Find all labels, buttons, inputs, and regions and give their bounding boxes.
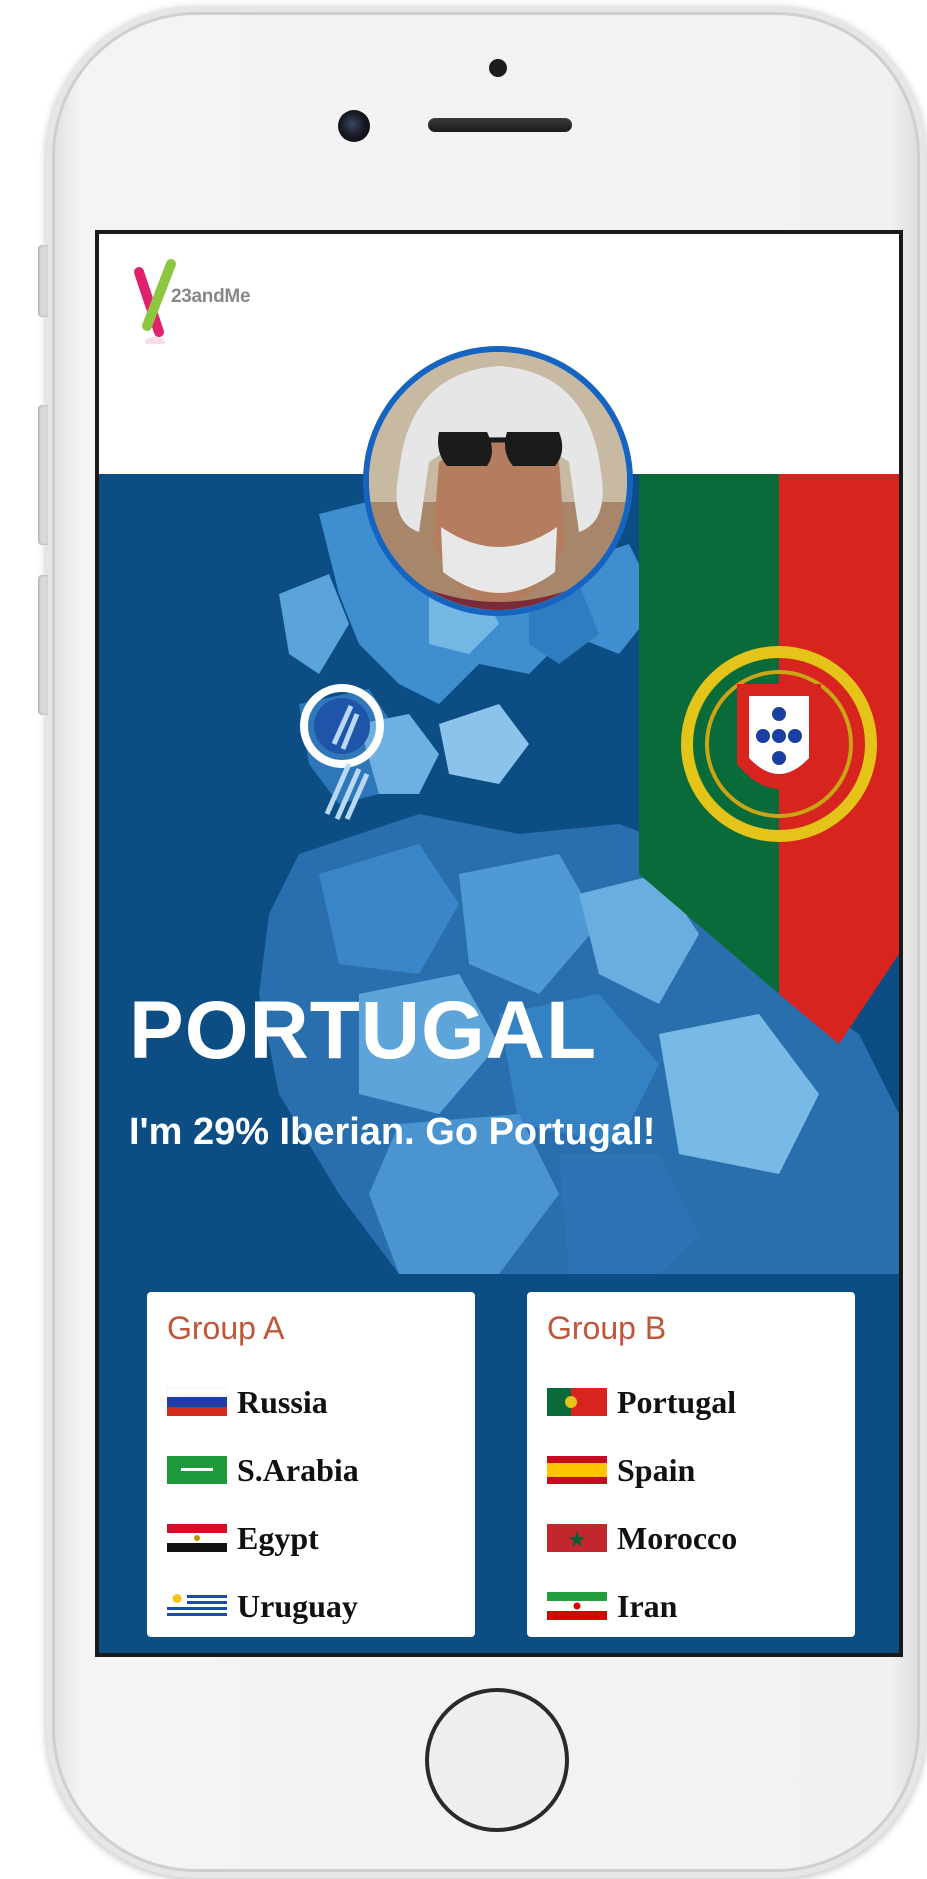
team-name: Uruguay xyxy=(237,1587,358,1624)
group-title: Group B xyxy=(547,1310,667,1346)
team-name: Egypt xyxy=(237,1519,319,1556)
portugal-flag-icon xyxy=(639,474,899,1044)
russia-flag-icon xyxy=(167,1388,227,1416)
team-row: Spain xyxy=(547,1450,695,1490)
avatar xyxy=(363,346,633,616)
team-row: Iran xyxy=(547,1586,677,1626)
iran-flag-icon xyxy=(547,1592,607,1620)
team-row: S.Arabia xyxy=(167,1450,359,1490)
team-row: Egypt xyxy=(167,1518,319,1558)
team-name: Iran xyxy=(617,1587,678,1624)
screen: 23andMe PORTUGAL I'm 29% Iberian. Go Por… xyxy=(95,230,903,1657)
groups-section: Group A Russia S.Arabia Egypt Uruguay Gr… xyxy=(99,1274,899,1653)
portugal-flag-icon xyxy=(547,1388,607,1416)
page-title: PORTUGAL xyxy=(129,985,598,1076)
team-row: Portugal xyxy=(547,1382,736,1422)
page-subtitle: I'm 29% Iberian. Go Portugal! xyxy=(129,1111,656,1153)
team-row: Russia xyxy=(167,1382,328,1422)
home-button[interactable] xyxy=(425,1688,569,1832)
spain-flag-icon xyxy=(547,1456,607,1484)
logo-text: 23andMe xyxy=(171,286,251,307)
group-title: Group A xyxy=(167,1310,285,1346)
volume-up-button xyxy=(38,405,48,545)
saudi-arabia-flag-icon xyxy=(167,1456,227,1484)
team-name: Portugal xyxy=(617,1383,737,1420)
team-name: Russia xyxy=(237,1383,328,1420)
team-row: Uruguay xyxy=(167,1586,358,1626)
group-card-b: Group B Portugal Spain Morocco Iran xyxy=(527,1292,855,1637)
group-card-a: Group A Russia S.Arabia Egypt Uruguay xyxy=(147,1292,475,1637)
team-name: Morocco xyxy=(617,1519,738,1556)
morocco-flag-icon xyxy=(547,1524,607,1552)
team-name: S.Arabia xyxy=(237,1451,359,1488)
uruguay-flag-icon xyxy=(167,1592,227,1620)
team-row: Morocco xyxy=(547,1518,737,1558)
proximity-sensor xyxy=(489,59,507,77)
volume-down-button xyxy=(38,575,48,715)
earpiece-speaker xyxy=(428,118,572,132)
front-camera xyxy=(338,110,370,142)
team-name: Spain xyxy=(617,1451,696,1488)
mute-switch xyxy=(38,245,48,317)
egypt-flag-icon xyxy=(167,1524,227,1552)
